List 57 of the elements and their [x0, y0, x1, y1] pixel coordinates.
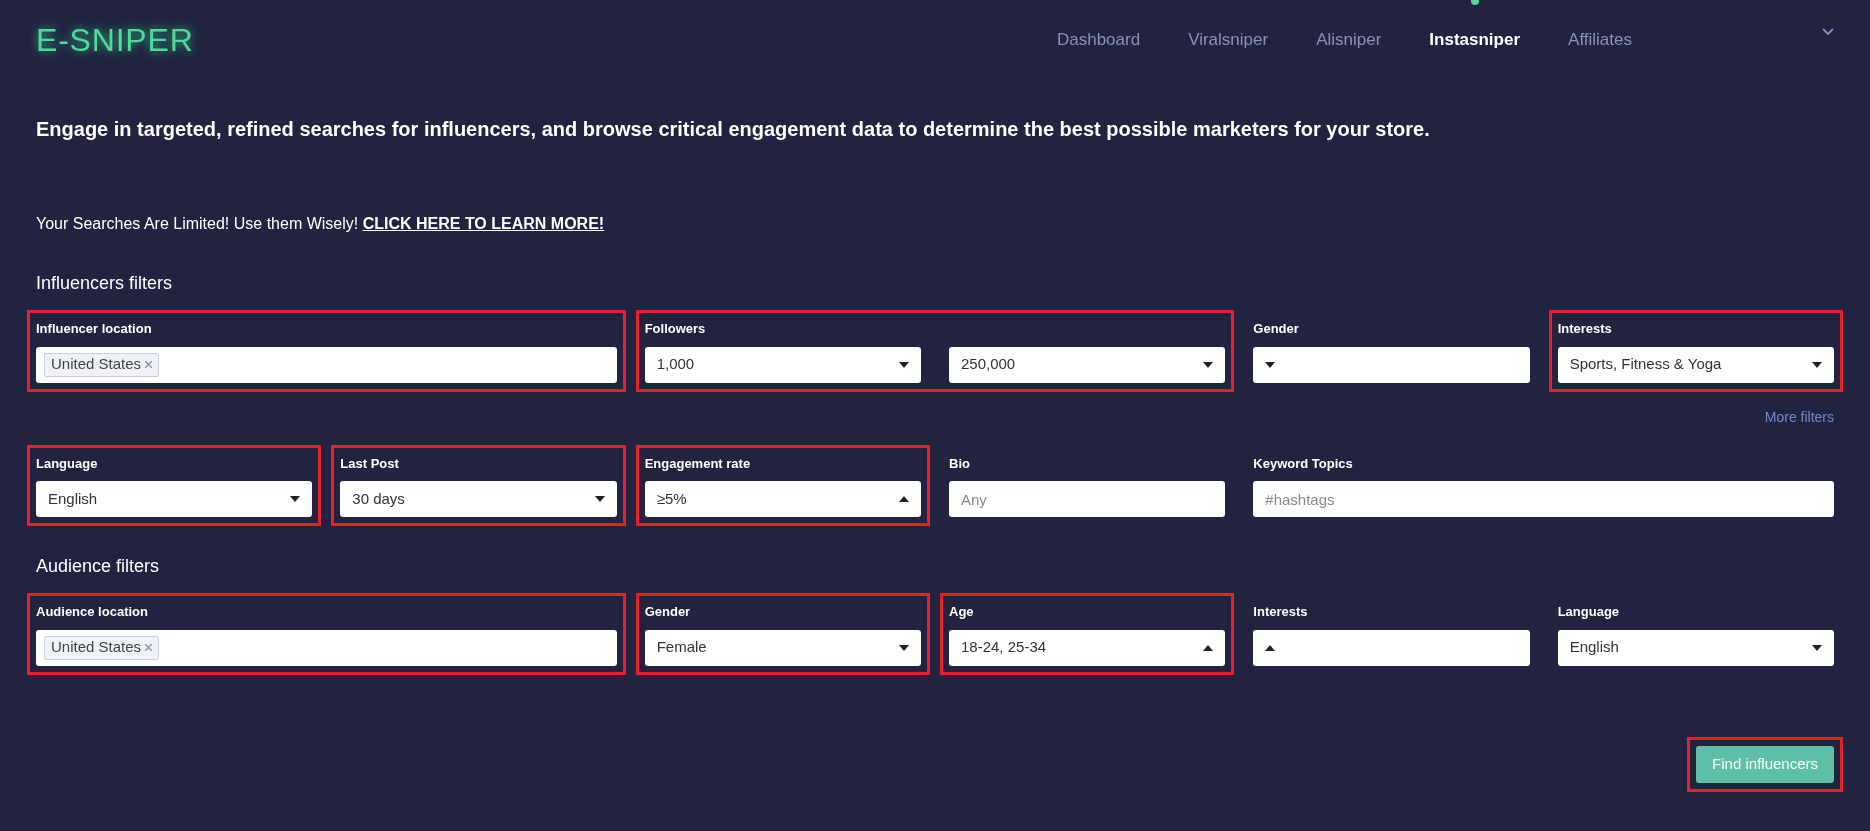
- chevron-down-icon[interactable]: [1822, 28, 1834, 36]
- nav-link[interactable]: Instasniper: [1429, 27, 1521, 53]
- nav-link[interactable]: Affiliates: [1568, 27, 1632, 53]
- field-label: Bio: [949, 454, 970, 473]
- section-title: Audience filters: [36, 555, 161, 578]
- caret-icon: [1203, 644, 1214, 651]
- caret-icon: [1203, 361, 1214, 368]
- field-label: Language: [36, 454, 98, 473]
- field-label: Gender: [1253, 320, 1299, 338]
- field-label: Last Post: [340, 454, 399, 473]
- caret-icon: [899, 496, 909, 502]
- remove-icon[interactable]: [145, 361, 153, 368]
- nav-link[interactable]: Alisniper: [1316, 27, 1382, 53]
- dropdown-field[interactable]: English: [1557, 629, 1834, 666]
- field-label: Interests: [1557, 320, 1612, 338]
- text-field[interactable]: Any: [949, 481, 1226, 517]
- field-label: Audience location: [36, 603, 148, 621]
- caret-icon: [1812, 644, 1822, 651]
- field-label: Engagement rate: [644, 454, 751, 473]
- field-label: Age: [949, 603, 974, 621]
- location-tag[interactable]: United States: [44, 352, 160, 377]
- field-label: Language: [1557, 603, 1620, 621]
- dropdown-field[interactable]: 250,000: [949, 346, 1226, 383]
- caret-icon: [290, 496, 301, 502]
- nav-link[interactable]: Dashboard: [1056, 27, 1141, 53]
- caret-icon: [899, 361, 909, 368]
- caret-icon: [1265, 361, 1276, 368]
- text-field[interactable]: #hashtags: [1253, 481, 1834, 517]
- field-label: Gender: [644, 603, 691, 621]
- location-tag[interactable]: United States: [44, 635, 160, 660]
- dropdown-field[interactable]: [1253, 629, 1530, 666]
- tag-input-field[interactable]: United States: [36, 346, 617, 383]
- caret-icon: [594, 496, 605, 502]
- headline: Engage in targeted, refined searches for influencers, and browse critical engagement data to determine the best possible marketers for your store.: [36, 117, 1431, 142]
- dropdown-field[interactable]: Female: [644, 629, 921, 666]
- caret-icon: [899, 644, 909, 651]
- dropdown-field[interactable]: English: [36, 481, 313, 517]
- tag-input-field[interactable]: United States: [36, 629, 617, 666]
- remove-icon[interactable]: [145, 644, 153, 651]
- field-label: Keyword Topics: [1253, 454, 1353, 473]
- caret-icon: [1812, 361, 1822, 368]
- field-label: Followers: [644, 320, 706, 338]
- field-label: Influencer location: [36, 320, 152, 338]
- dropdown-field[interactable]: [1253, 346, 1530, 383]
- section-title: Influencers filters: [36, 272, 174, 295]
- logo[interactable]: E-SNIPER: [36, 16, 194, 64]
- caret-icon: [1265, 644, 1276, 651]
- dropdown-field[interactable]: 1,000: [644, 346, 921, 383]
- field-label: Interests: [1253, 603, 1308, 621]
- nav-link[interactable]: Viralsniper: [1188, 27, 1269, 53]
- dropdown-field[interactable]: 18-24, 25-34: [949, 629, 1226, 666]
- dropdown-field[interactable]: 30 days: [340, 481, 617, 517]
- dropdown-field[interactable]: ≥5%: [644, 481, 921, 517]
- more-filters-link[interactable]: More filters: [1764, 406, 1834, 428]
- dropdown-field[interactable]: Sports, Fitness & Yoga: [1557, 346, 1834, 383]
- limit-notice: Your Searches Are Limited! Use them Wisely! CLICK HERE TO LEARN MORE!: [36, 214, 606, 234]
- learn-more-link[interactable]: CLICK HERE TO LEARN MORE!: [362, 215, 605, 232]
